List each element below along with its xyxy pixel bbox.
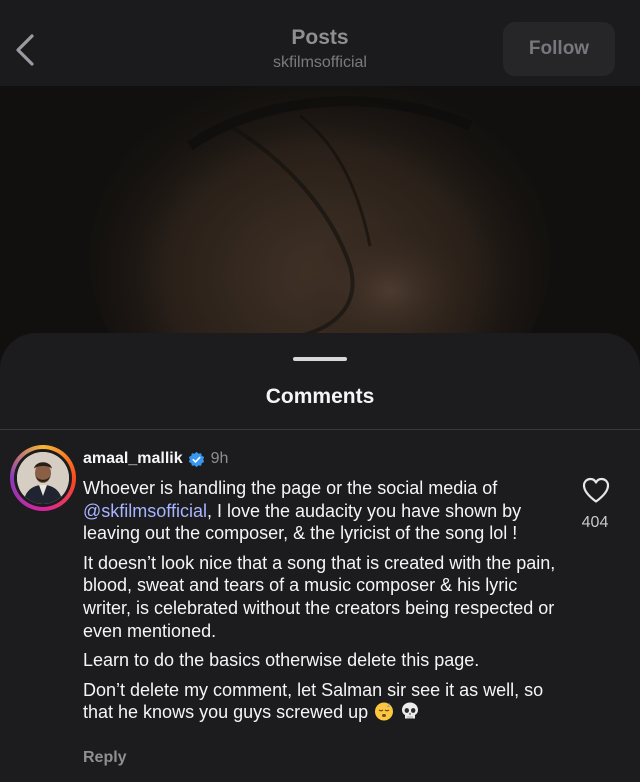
reply-button[interactable]: Reply [83, 749, 127, 767]
top-nav-bar: Posts skfilmsofficial Follow [0, 0, 640, 86]
like-button[interactable] [581, 476, 611, 504]
sheet-drag-handle[interactable] [293, 357, 347, 361]
comment-header: amaal_mallik 9h [83, 450, 228, 468]
comment-paragraph-1: Whoever is handling the page or the soci… [83, 478, 522, 544]
comment-paragraph-2: It doesn’t look nice that a song that is… [83, 552, 556, 641]
sleepy-face-emoji: z [375, 702, 394, 721]
comment-paragraph-3: Learn to do the basics otherwise delete … [83, 650, 480, 671]
comment-text: Whoever is handling the page or the soci… [83, 477, 561, 731]
mention-link[interactable]: @skfilmsofficial [83, 501, 207, 521]
avatar-photo [17, 452, 69, 504]
comment-paragraph-4: Don’t delete my comment, let Salman sir … [83, 679, 544, 723]
comment-timestamp: 9h [210, 450, 229, 467]
follow-button[interactable]: Follow [503, 22, 615, 76]
avatar-story-ring[interactable] [10, 445, 76, 511]
heart-icon [582, 477, 610, 503]
comment-username[interactable]: amaal_mallik [83, 450, 183, 468]
svg-text:z: z [387, 702, 390, 709]
sheet-divider [0, 429, 640, 430]
like-count: 404 [581, 514, 609, 531]
instagram-post-comments-screen: Posts skfilmsofficial Follow Comments am… [0, 0, 640, 782]
verified-badge-icon [188, 451, 204, 467]
avatar [17, 452, 69, 504]
skull-emoji [402, 702, 419, 719]
comments-title: Comments [265, 385, 375, 408]
